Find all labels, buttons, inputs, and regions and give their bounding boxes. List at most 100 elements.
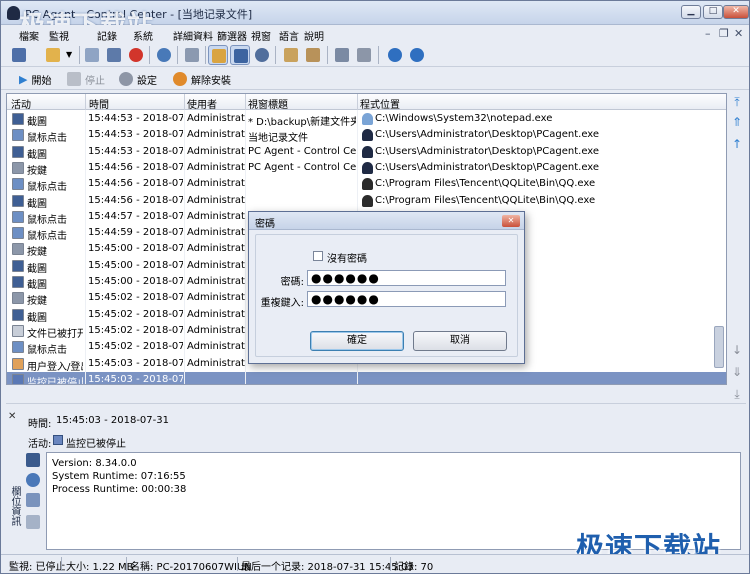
power-icon (129, 48, 143, 62)
repeat-password-field[interactable]: ●●●●●● (307, 291, 506, 307)
column-window-title[interactable]: 視窗標題 (248, 96, 288, 111)
document-icon[interactable] (26, 515, 40, 529)
last-record-icon[interactable]: ⤓ (730, 387, 744, 401)
column-program-path[interactable]: 程式位置 (360, 96, 400, 111)
detail-side-label: 欄位資訊 (9, 486, 20, 526)
program-icon (362, 178, 373, 191)
print-button[interactable] (332, 45, 352, 65)
no-password-checkbox[interactable] (313, 251, 323, 261)
save-icon[interactable] (26, 453, 40, 467)
start-button[interactable]: ▶ 開始 (19, 71, 51, 87)
first-record-icon[interactable]: ⤒ (730, 95, 744, 109)
column-time[interactable]: 時間 (89, 96, 109, 111)
column-line (85, 110, 86, 384)
table-row[interactable]: 鼠标点击 15:44:56 - 2018-07-31 Administrator C:… (7, 176, 726, 193)
grid-view-button[interactable] (182, 45, 202, 65)
row-time: 15:45:02 - 2018-07-31 (88, 324, 183, 336)
column-divider[interactable] (357, 94, 358, 110)
filter-toggle-button[interactable] (208, 45, 228, 65)
toolbar-separator (177, 46, 178, 64)
maximize-button[interactable]: □ (703, 5, 723, 19)
open-log-button[interactable] (43, 45, 63, 65)
dialog-body: 沒有密碼 密碼: ●●●●●● 重複鍵入: ●●●●●● 確定 取消 (255, 234, 518, 357)
start-label: 開始 (31, 75, 52, 87)
close-button[interactable]: ✕ (723, 5, 749, 19)
column-user[interactable]: 使用者 (187, 96, 217, 111)
table-row[interactable]: 按鍵 15:44:56 - 2018-07-31 AdministratorPC A… (7, 160, 726, 177)
row-activity: 监控已被停止 (27, 377, 83, 385)
search-button[interactable] (154, 45, 174, 65)
menu-filter[interactable]: 篩選器 (217, 28, 247, 43)
page-up-icon[interactable]: ⇑ (730, 115, 744, 129)
help-button[interactable] (385, 45, 405, 65)
close-icon[interactable]: ✕ (8, 411, 16, 422)
power-button[interactable] (126, 45, 146, 65)
row-user: Administrator (187, 243, 245, 255)
grid-icon (185, 48, 199, 62)
table-row[interactable]: 截圖 15:44:56 - 2018-07-31 Administrator C:\P… (7, 193, 726, 210)
row-activity: 截圖 (27, 312, 47, 324)
column-divider[interactable] (85, 94, 86, 110)
page-down-icon[interactable]: ⇓ (730, 365, 744, 379)
table-row[interactable]: 监控已被停止 15:45:03 - 2018-07-31 (7, 371, 726, 385)
table-row[interactable]: 鼠标点击 15:44:53 - 2018-07-31 Administrator当地… (7, 127, 726, 144)
menu-details[interactable]: 詳細資料 (173, 28, 213, 43)
mdi-restore-icon[interactable]: ❐ (719, 27, 729, 40)
info-button[interactable] (407, 45, 427, 65)
menu-record[interactable]: 記錄 (97, 28, 117, 43)
program-icon (362, 113, 373, 125)
dialog-close-button[interactable]: ✕ (502, 215, 520, 227)
table-row[interactable]: 截圖 15:44:53 - 2018-07-31 AdministratorPC A… (7, 144, 726, 161)
mdi-close-icon[interactable]: ✕ (734, 27, 743, 40)
search-icon[interactable] (26, 473, 40, 487)
minimize-button[interactable]: ▁ (681, 5, 701, 19)
column-divider[interactable] (184, 94, 185, 110)
cancel-button[interactable]: 取消 (413, 331, 507, 351)
detail-toggle-button[interactable] (230, 45, 250, 65)
menu-monitor[interactable]: 監視 (49, 28, 69, 43)
status-monitor: 監視: 已停止 (9, 562, 66, 573)
activity-type-icon (12, 357, 24, 370)
row-activity: 用户登入/登出 (27, 361, 83, 373)
table-row[interactable]: 截圖 15:44:53 - 2018-07-31 Administrator* D:… (7, 111, 726, 128)
open-dropdown-button[interactable]: ▼ (64, 45, 76, 65)
row-activity: 按鍵 (27, 165, 47, 177)
print-preview-button[interactable] (354, 45, 374, 65)
search-icon (157, 48, 171, 62)
menu-system[interactable]: 系統 (133, 28, 153, 43)
settings-button[interactable]: 設定 (119, 71, 157, 87)
column-divider[interactable] (245, 94, 246, 110)
new-log-button[interactable] (9, 45, 29, 65)
folder-icon (46, 48, 60, 62)
refresh-button[interactable] (252, 45, 272, 65)
chart-button[interactable] (104, 45, 124, 65)
mdi-minimize-icon[interactable]: – (705, 27, 711, 40)
next-record-icon[interactable]: ↓ (730, 343, 744, 357)
row-time: 15:45:02 - 2018-07-31 (88, 292, 183, 304)
menu-language[interactable]: 語言 (279, 28, 299, 43)
row-user: Administrator (187, 324, 245, 336)
toolbar-separator (79, 46, 80, 64)
password-field[interactable]: ●●●●●● (307, 270, 506, 286)
menu-window[interactable]: 視窗 (251, 28, 271, 43)
uninstall-button[interactable]: 解除安裝 (173, 71, 231, 87)
import-button[interactable] (303, 45, 323, 65)
row-time: 15:44:56 - 2018-07-31 (88, 178, 183, 190)
row-user: Administrator (187, 292, 245, 304)
copy-icon[interactable] (26, 493, 40, 507)
stop-button[interactable]: 停止 (67, 71, 105, 87)
row-program-path: C:\Users\Administrator\Desktop\PCagent.e… (375, 129, 600, 141)
add-button[interactable] (82, 45, 102, 65)
dialog-title: 密碼 (255, 219, 275, 230)
row-user: Administrator (187, 210, 245, 222)
ok-button[interactable]: 確定 (310, 331, 404, 351)
activity-type-icon (12, 276, 24, 288)
menu-file[interactable]: 檔案 (19, 28, 39, 43)
export-button[interactable] (281, 45, 301, 65)
grid-scrollbar-thumb[interactable] (714, 326, 724, 368)
column-activity[interactable]: 活动 (11, 96, 31, 111)
status-separator (237, 557, 238, 571)
row-window-title: * D:\backup\新建文件夹\当 (248, 117, 356, 128)
menu-help[interactable]: 說明 (304, 28, 324, 43)
previous-record-icon[interactable]: ↑ (730, 137, 744, 151)
